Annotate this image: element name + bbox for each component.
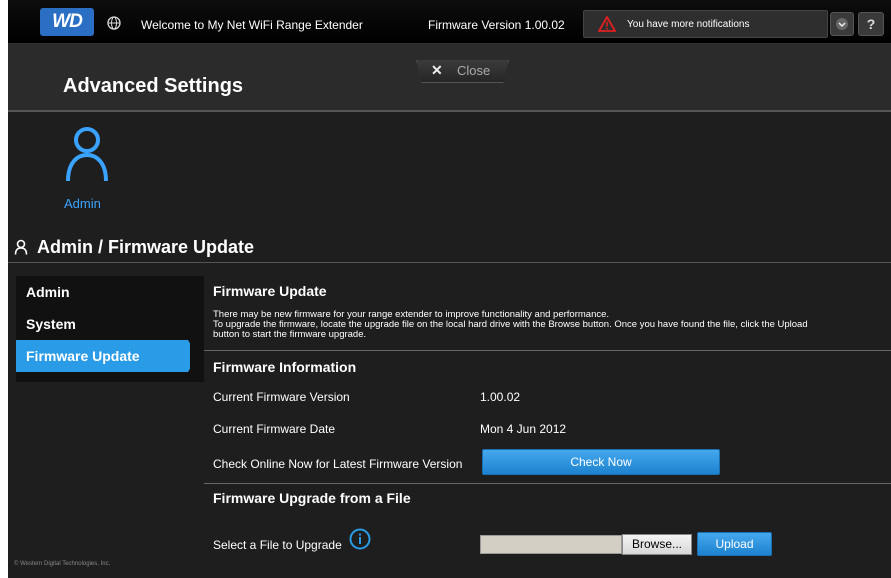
current-version-label: Current Firmware Version [213, 390, 350, 404]
advanced-settings-header: Advanced Settings ✕ Close [8, 44, 891, 112]
info-icon[interactable] [349, 528, 371, 550]
notification-text: You have more notifications [627, 19, 750, 30]
user-icon [14, 239, 28, 255]
nav-item-system[interactable]: System [26, 316, 76, 332]
section-divider [8, 262, 891, 263]
admin-user-icon[interactable] [63, 125, 111, 183]
browse-button[interactable]: Browse... [622, 534, 692, 555]
check-now-button[interactable]: Check Now [482, 449, 720, 475]
current-version-value: 1.00.02 [480, 390, 521, 404]
firmware-version-text: Firmware Version 1.00.02 [428, 18, 565, 32]
file-path-input[interactable] [480, 535, 622, 554]
chevron-down-icon [836, 18, 848, 30]
upload-button[interactable]: Upload [697, 532, 772, 556]
file-upgrade-heading: Firmware Upgrade from a File [213, 490, 411, 506]
firmware-update-heading: Firmware Update [213, 283, 327, 299]
top-bar: WD Welcome to My Net WiFi Range Extender… [8, 0, 891, 44]
divider [204, 483, 891, 484]
close-button[interactable]: ✕ Close [416, 60, 509, 83]
copyright-text: © Western Digital Technologies, Inc. [14, 561, 111, 567]
firmware-update-description: There may be new firmware for your range… [213, 310, 891, 340]
help-button[interactable]: ? [858, 12, 884, 36]
page-title: Advanced Settings [63, 75, 244, 97]
nav-item-firmware-update[interactable]: Firmware Update [26, 348, 140, 364]
current-date-label: Current Firmware Date [213, 422, 336, 436]
wd-logo: WD [40, 8, 94, 36]
close-icon: ✕ [431, 62, 443, 78]
firmware-information-heading: Firmware Information [213, 359, 357, 375]
current-date-value: Mon 4 Jun 2012 [480, 422, 567, 436]
welcome-text: Welcome to My Net WiFi Range Extender [141, 18, 363, 32]
app-frame: WD Welcome to My Net WiFi Range Extender… [8, 0, 891, 578]
description-line: button to start the firmware upgrade. [213, 329, 367, 340]
divider [204, 350, 891, 351]
admin-category-label[interactable]: Admin [64, 196, 101, 211]
close-label: Close [457, 63, 491, 78]
check-online-label: Check Online Now for Latest Firmware Ver… [213, 457, 463, 471]
notification-bar[interactable]: You have more notifications [583, 10, 828, 38]
section-title: Admin / Firmware Update [37, 237, 255, 257]
notification-dropdown-button[interactable] [830, 12, 854, 36]
select-file-label: Select a File to Upgrade [213, 538, 342, 552]
globe-icon[interactable] [107, 16, 121, 30]
warning-icon [598, 16, 616, 32]
nav-item-admin[interactable]: Admin [26, 284, 70, 300]
